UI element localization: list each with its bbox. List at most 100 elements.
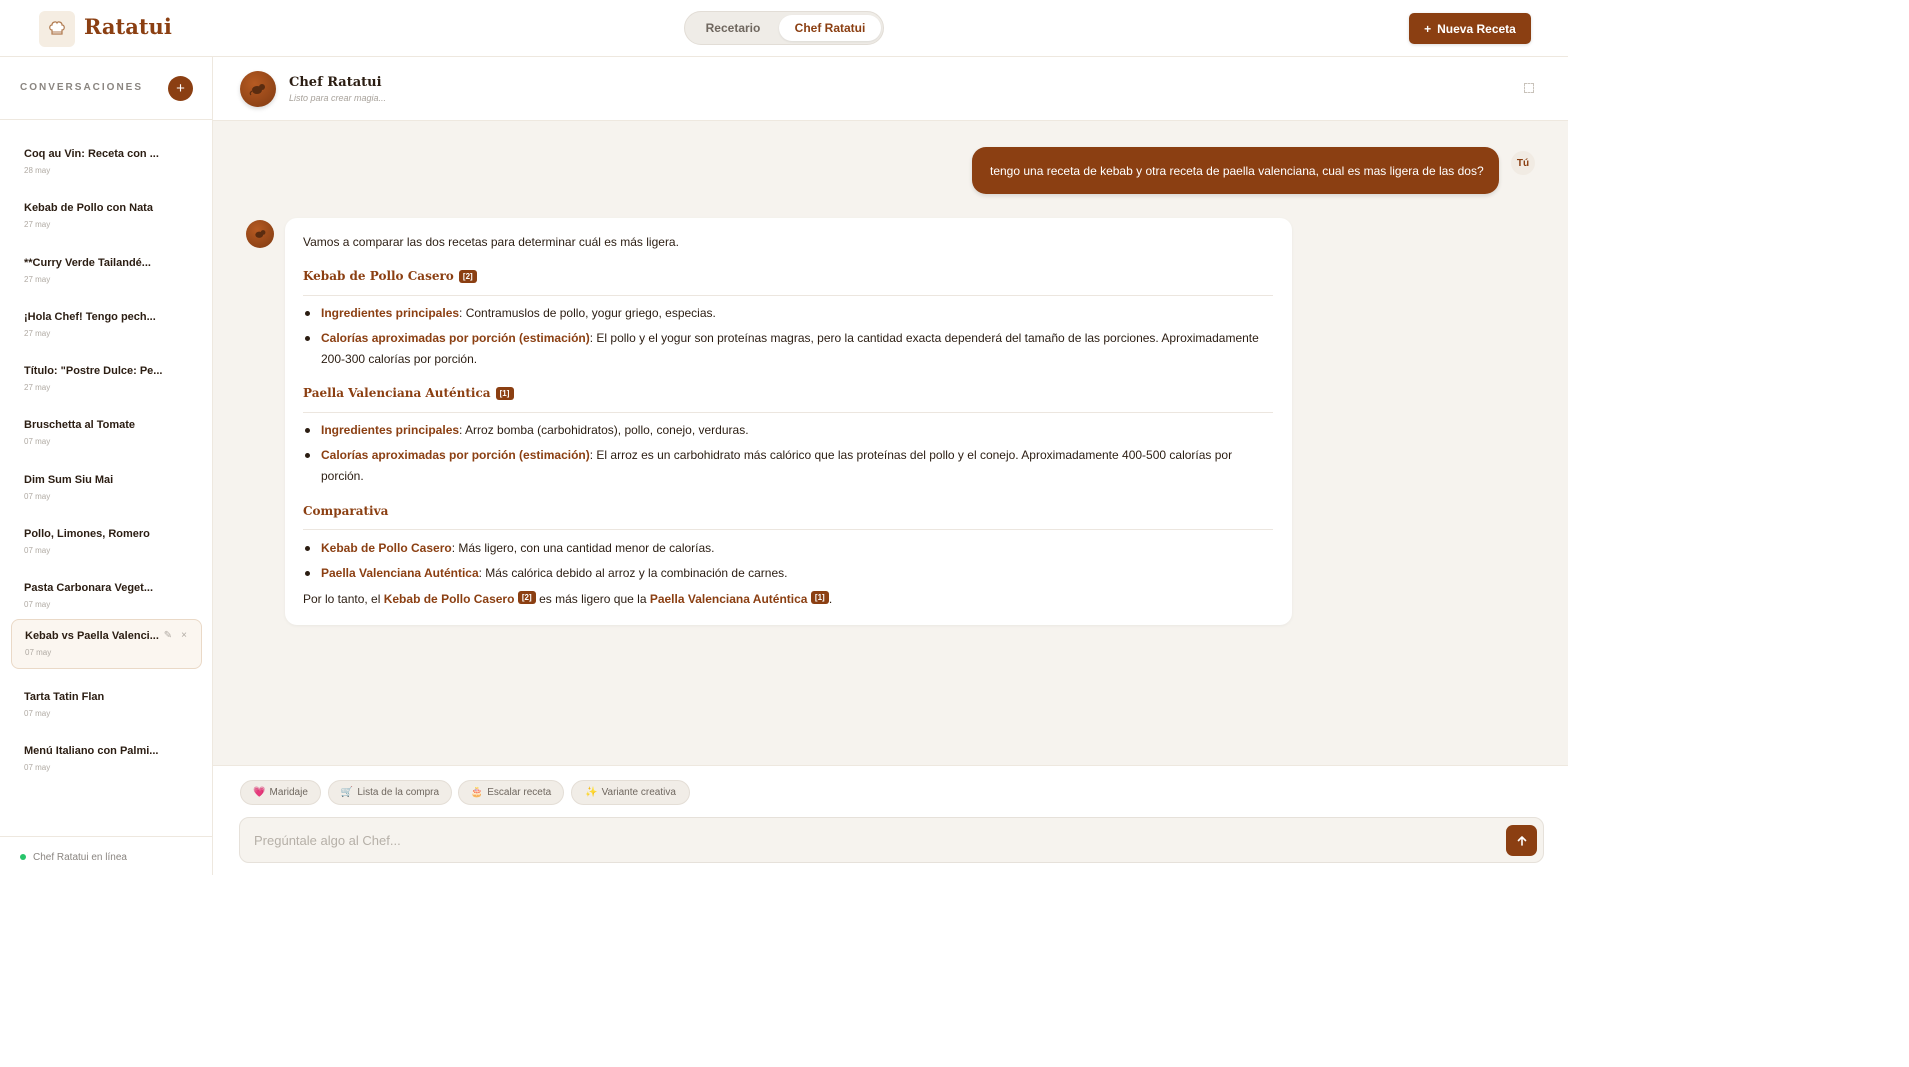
view-switcher: Recetario Chef Ratatui — [684, 11, 884, 45]
conversation-title: Bruschetta al Tomate — [24, 419, 136, 431]
expand-icon[interactable] — [1524, 83, 1534, 93]
top-bar: Ratatui Recetario Chef Ratatui + Nueva R… — [0, 0, 1568, 57]
conversation-title: Dim Sum Siu Mai — [24, 474, 114, 486]
reference-badge[interactable]: [2] — [517, 591, 536, 604]
list-item: Ingredientes principales: Contramuslos d… — [305, 303, 1271, 324]
conversation-date: 07 may — [24, 600, 51, 609]
conversation-item[interactable]: Dim Sum Siu Mai 07 may — [11, 464, 202, 514]
user-message-bubble: tengo una receta de kebab y otra receta … — [972, 147, 1499, 194]
edit-icon[interactable]: ✎ — [164, 630, 172, 641]
message-input-wrapper — [239, 817, 1544, 863]
list-item: Kebab de Pollo Casero: Más ligero, con u… — [305, 538, 1271, 559]
bullet-text: : Arroz bomba (carbohidratos), pollo, co… — [459, 423, 749, 437]
bullet-label: Kebab de Pollo Casero — [321, 541, 452, 555]
chip-label: Variante creativa — [601, 787, 676, 798]
bullet-text: : Contramuslos de pollo, yogur griego, e… — [459, 306, 716, 320]
conversation-date: 07 may — [24, 546, 51, 555]
app-logo-text[interactable]: Ratatui — [84, 14, 172, 39]
chip-escalar-receta[interactable]: 🎂 Escalar receta — [458, 780, 564, 805]
sidebar-footer: Chef Ratatui en línea — [0, 836, 212, 875]
conversation-item[interactable]: Menú Italiano con Palmi... 07 may — [11, 735, 202, 785]
conversation-date: 07 may — [24, 492, 51, 501]
bullet-label: Calorías aproximadas por porción (estima… — [321, 448, 590, 462]
heart-icon: 💗 — [253, 787, 266, 798]
section-title: Comparativa — [303, 504, 389, 518]
response-conclusion: Por lo tanto, el Kebab de Pollo Casero [… — [303, 591, 832, 606]
tab-recetario[interactable]: Recetario — [689, 15, 777, 41]
conversation-title: Tarta Tatin Flan — [24, 691, 105, 703]
conclusion-middle: es más ligero que la — [535, 592, 650, 606]
section-heading: Kebab de Pollo Casero [2] — [303, 269, 477, 283]
sparkles-icon: ✨ — [585, 787, 598, 798]
conversation-date: 07 may — [25, 648, 52, 657]
cake-icon: 🎂 — [470, 787, 484, 798]
close-icon[interactable]: × — [181, 630, 187, 641]
chip-lista-compra[interactable]: 🛒 Lista de la compra — [328, 780, 452, 805]
reference-badge[interactable]: [1] — [495, 386, 514, 400]
conversation-item[interactable]: Título: "Postre Dulce: Pe... 27 may — [11, 355, 202, 405]
new-recipe-label: Nueva Receta — [1437, 21, 1516, 36]
sidebar-header: CONVERSACIONES + — [0, 57, 212, 120]
section-divider — [303, 412, 1273, 413]
conversation-item[interactable]: Pasta Carbonara Veget... 07 may — [11, 572, 202, 622]
send-button[interactable] — [1506, 825, 1537, 856]
conversation-item[interactable]: Kebab de Pollo con Nata 27 may — [11, 192, 202, 242]
tab-chef-ratatui[interactable]: Chef Ratatui — [779, 15, 881, 41]
chip-variante-creativa[interactable]: ✨ Variante creativa — [571, 780, 690, 805]
conversation-title: Pollo, Limones, Romero — [24, 528, 150, 540]
chip-maridaje[interactable]: 💗 Maridaje — [240, 780, 321, 805]
list-item: Calorías aproximadas por porción (estima… — [305, 328, 1271, 370]
recipe-link[interactable]: Paella Valenciana Auténtica — [650, 592, 808, 606]
recipe-link[interactable]: Kebab de Pollo Casero — [384, 592, 515, 606]
conversation-title: Pasta Carbonara Veget... — [24, 582, 153, 594]
conversation-date: 27 may — [24, 383, 51, 392]
new-recipe-button[interactable]: + Nueva Receta — [1409, 13, 1531, 44]
conversation-date: 07 may — [24, 709, 51, 718]
section-title: Kebab de Pollo Casero — [303, 269, 454, 283]
conversation-item[interactable]: Tarta Tatin Flan 07 may — [11, 681, 202, 731]
chef-hat-icon — [39, 11, 75, 47]
conversation-item[interactable]: **Curry Verde Tailandé... 27 may — [11, 247, 202, 297]
conversation-title: Coq au Vin: Receta con ... — [24, 148, 159, 160]
list-item: Paella Valenciana Auténtica: Más calóric… — [305, 563, 1271, 584]
bullet-label: Ingredientes principales — [321, 423, 460, 437]
online-status-dot — [20, 854, 26, 860]
section-heading: Comparativa — [303, 504, 388, 518]
chat-panel: Chef Ratatui Listo para crear magia... t… — [213, 57, 1568, 875]
new-conversation-button[interactable]: + — [168, 76, 193, 101]
online-status-text: Chef Ratatui en línea — [33, 852, 127, 863]
conversation-date: 28 may — [24, 166, 51, 175]
conversations-sidebar: CONVERSACIONES + Coq au Vin: Receta con … — [0, 57, 213, 875]
reference-badge[interactable]: [2] — [458, 269, 477, 283]
plus-icon: + — [176, 80, 185, 97]
conversation-item-active[interactable]: Kebab vs Paella Valenci... 07 may ✎ × — [11, 619, 202, 669]
message-composer: 💗 Maridaje 🛒 Lista de la compra 🎂 Escala… — [213, 765, 1568, 875]
conversation-date: 27 may — [24, 220, 51, 229]
chat-title: Chef Ratatui — [289, 75, 382, 90]
user-message-text: tengo una receta de kebab y otra receta … — [990, 163, 1484, 178]
arrow-up-icon — [1517, 835, 1526, 846]
chip-label: Maridaje — [269, 787, 308, 798]
message-input[interactable] — [254, 818, 1494, 862]
conversation-date: 27 may — [24, 329, 51, 338]
bullet-text: : Más ligero, con una cantidad menor de … — [451, 541, 715, 555]
bullet-text: : Más calórica debido al arroz y la comb… — [478, 566, 788, 580]
conclusion-suffix: . — [828, 592, 833, 606]
conversation-date: 07 may — [24, 763, 51, 772]
section-heading: Paella Valenciana Auténtica [1] — [303, 386, 514, 400]
reference-badge[interactable]: [1] — [810, 591, 829, 604]
conversation-title: Menú Italiano con Palmi... — [24, 745, 159, 757]
section-divider — [303, 529, 1273, 530]
conversation-item[interactable]: Pollo, Limones, Romero 07 may — [11, 518, 202, 568]
conversation-title: **Curry Verde Tailandé... — [24, 257, 151, 269]
list-item: Ingredientes principales: Arroz bomba (c… — [305, 420, 1271, 441]
conversation-item[interactable]: ¡Hola Chef! Tengo pech... 27 may — [11, 301, 202, 351]
conclusion-prefix: Por lo tanto, el — [303, 592, 384, 606]
conversation-item[interactable]: Bruschetta al Tomate 07 may — [11, 409, 202, 459]
conversation-title: Kebab de Pollo con Nata — [24, 202, 153, 214]
chat-header: Chef Ratatui Listo para crear magia... — [213, 57, 1568, 121]
chef-avatar — [240, 71, 276, 107]
chip-label: Escalar receta — [487, 787, 552, 798]
assistant-message-card: Vamos a comparar las dos recetas para de… — [285, 218, 1292, 625]
conversation-item[interactable]: Coq au Vin: Receta con ... 28 may — [11, 138, 202, 188]
